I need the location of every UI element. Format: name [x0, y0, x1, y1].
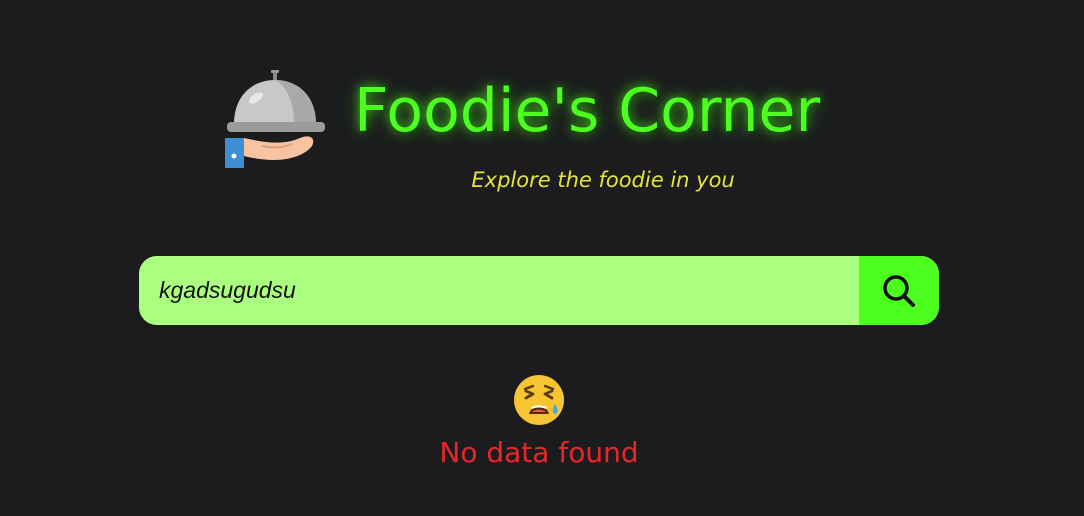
empty-state: No data found: [0, 374, 1078, 469]
serving-cloche-hand-icon: [225, 70, 325, 168]
search-icon: [883, 274, 915, 307]
title-block: Foodie's Corner Explore the foodie in yo…: [354, 74, 820, 192]
weary-crying-face-icon: [514, 375, 564, 425]
search-input[interactable]: [139, 256, 859, 325]
page-title: Foodie's Corner: [354, 76, 821, 146]
no-data-message: No data found: [439, 436, 639, 469]
search-button[interactable]: [859, 256, 939, 325]
header: Foodie's Corner Explore the foodie in yo…: [222, 68, 820, 192]
search-bar: [139, 256, 939, 325]
page-subtitle: Explore the foodie in you: [471, 168, 735, 192]
page: Foodie's Corner Explore the foodie in yo…: [0, 0, 1084, 516]
